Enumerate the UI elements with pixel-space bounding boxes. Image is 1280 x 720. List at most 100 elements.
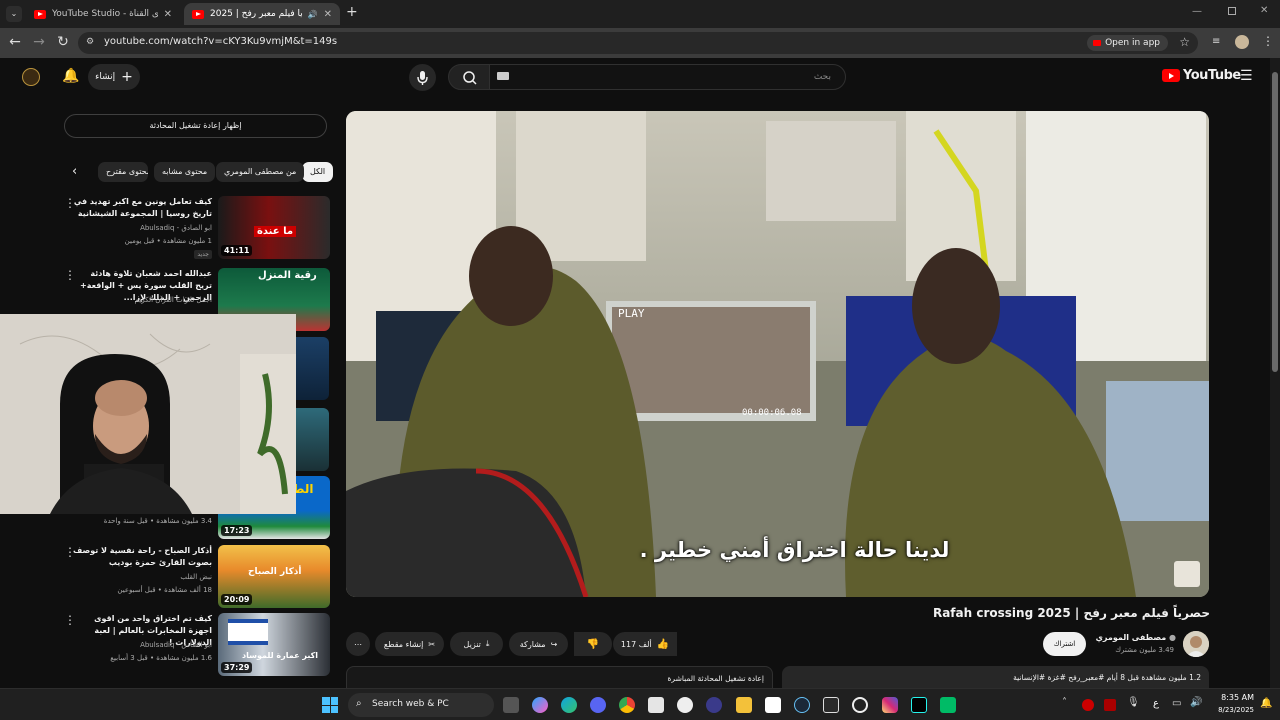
notifications-icon[interactable]: 🔔 — [1260, 698, 1272, 709]
more-options-icon[interactable]: ⋮ — [64, 613, 76, 627]
download-button[interactable]: تنزيل ⤓ — [450, 632, 503, 656]
input-language[interactable]: ع — [1153, 698, 1159, 709]
live-chat-replay-box[interactable]: إعادة تشغيل المحادثة المباشرة — [346, 666, 773, 690]
chips-scroll-left-icon[interactable]: ‹ — [72, 164, 77, 179]
microphone-icon[interactable]: 🎙 — [1127, 697, 1140, 708]
copilot-icon[interactable] — [532, 697, 548, 713]
forward-icon[interactable]: → — [30, 34, 48, 50]
search-input[interactable]: بحث — [489, 64, 846, 90]
tab-label: حصرياً فيلم معبر رفح | 2025 — [210, 9, 302, 19]
more-options-icon[interactable]: ⋮ — [64, 196, 76, 210]
video-meta: 18 ألف مشاهدة • قبل أسبوعين — [117, 586, 212, 594]
tiktok-icon[interactable] — [911, 697, 927, 713]
app-icon[interactable] — [706, 697, 722, 713]
video-thumbnail[interactable]: اكبر عمارة للموساد 37:29 — [218, 613, 330, 676]
minimize-icon[interactable]: — — [1192, 6, 1202, 17]
network-icon[interactable]: ▭ — [1172, 698, 1181, 709]
tab-youtube-studio[interactable]: YouTube Studio - محتوى القناة ✕ — [26, 3, 180, 25]
chip-all[interactable]: الكل — [302, 162, 334, 182]
tab-search-button[interactable]: ⌄ — [6, 6, 22, 22]
clock-date[interactable]: 8/23/2025 — [1202, 706, 1254, 714]
taskbar-search-box[interactable]: ⌕ Search web & PC — [348, 693, 494, 717]
channel-name[interactable]: أجمل تلاوات القرآن الكريم — [135, 296, 212, 304]
chrome-icon[interactable] — [619, 697, 635, 713]
video-player[interactable]: PLAY 00:00:06.08 لدينا حالة اختراق أمني … — [346, 111, 1209, 597]
chip-recommended[interactable]: محتوى مقترح — [98, 162, 148, 182]
channel-avatar[interactable] — [1183, 631, 1209, 657]
voice-search-button[interactable] — [409, 64, 436, 91]
video-thumbnail[interactable]: أذكار الصباح 20:09 — [218, 545, 330, 608]
bookmark-star-icon[interactable]: ☆ — [1179, 35, 1190, 49]
description-box[interactable]: 1.2 مليون مشاهدة قبل 8 أيام #معبر_رفح #غ… — [782, 666, 1209, 690]
windows-start-icon[interactable] — [322, 697, 338, 713]
reading-list-icon[interactable]: ≡ — [1212, 36, 1220, 47]
list-item[interactable]: أذكار الصباح 20:09 أذكار الصباح - راحة ن… — [64, 545, 330, 609]
list-item[interactable]: اكبر عمارة للموساد 37:29 كيف تم اختراق و… — [64, 613, 330, 677]
video-thumbnail[interactable] — [296, 337, 329, 400]
discord-icon[interactable] — [590, 697, 606, 713]
address-bar[interactable]: ⚙ youtube.com/watch?v=cKY3Ku9vmjM&t=149s… — [78, 32, 1198, 54]
file-explorer-icon[interactable] — [736, 697, 752, 713]
open-in-app-button[interactable]: Open in app — [1087, 35, 1168, 51]
dislike-button[interactable]: 👎 — [574, 632, 612, 656]
webcam-overlay — [0, 314, 296, 514]
chip-related[interactable]: محتوى مشابه — [154, 162, 216, 182]
reload-icon[interactable]: ↻ — [54, 34, 72, 50]
channel-name[interactable]: نبض القلب — [180, 573, 212, 581]
video-title[interactable]: أذكار الصباح - راحة نفسية لا توصف بصوت ا… — [72, 545, 212, 569]
clock-time[interactable]: 8:35 AM — [1214, 693, 1254, 702]
obs-icon[interactable] — [852, 697, 868, 713]
store-icon[interactable] — [648, 697, 664, 713]
list-item[interactable]: ما عندة 41:11 كيف تعامل يونين مع اكبر ته… — [64, 196, 330, 260]
instagram-icon[interactable] — [882, 697, 898, 713]
github-icon[interactable] — [677, 697, 693, 713]
subscribe-button[interactable]: اشتراك — [1043, 632, 1086, 656]
tray-app-icon[interactable] — [1104, 699, 1116, 711]
hamburger-menu-icon[interactable]: ☰ — [1240, 68, 1253, 84]
restore-icon[interactable] — [1228, 7, 1236, 15]
task-view-icon[interactable] — [503, 697, 519, 713]
more-options-icon[interactable]: ⋮ — [64, 268, 76, 282]
create-button[interactable]: إنشاء + — [88, 64, 140, 90]
tab-rafah-video[interactable]: حصرياً فيلم معبر رفح | 2025 🔊 ✕ — [184, 3, 340, 25]
clip-button[interactable]: إنشاء مقطع ✂ — [375, 632, 444, 656]
close-icon[interactable]: ✕ — [324, 9, 332, 20]
video-title[interactable]: كيف تعامل يونين مع اكبر تهديد في تاريخ ر… — [72, 196, 212, 220]
page-scrollbar[interactable] — [1270, 58, 1280, 688]
share-button[interactable]: مشاركة ↪ — [509, 632, 568, 656]
capcut-icon[interactable] — [765, 697, 781, 713]
back-icon[interactable]: ← — [6, 34, 24, 50]
search-button[interactable] — [448, 64, 490, 90]
edge-icon[interactable] — [561, 697, 577, 713]
channel-avatar-icon[interactable] — [22, 68, 40, 86]
like-button[interactable]: 117 ألف 👍 — [613, 632, 677, 656]
epic-games-icon[interactable] — [823, 697, 839, 713]
channel-name[interactable]: ابو الصادق - Abulsadiq — [140, 641, 212, 649]
video-thumbnail[interactable]: ما عندة 41:11 — [218, 196, 330, 259]
tray-app-icon[interactable] — [1082, 699, 1094, 711]
youtube-logo[interactable]: YouTube — [1162, 68, 1241, 83]
system-tray-chevron-icon[interactable]: ˄ — [1062, 697, 1067, 708]
chip-from-channel[interactable]: من مصطفى المومري — [216, 162, 305, 182]
channel-name[interactable]: ابو الصادق - Abulsadiq — [140, 224, 212, 232]
more-actions-button[interactable]: ⋯ — [346, 632, 370, 656]
volume-icon[interactable]: 🔊 — [1190, 697, 1202, 708]
browser-toolbar: ← → ↻ ⚙ youtube.com/watch?v=cKY3Ku9vmjM&… — [0, 28, 1280, 58]
app-icon[interactable] — [940, 697, 956, 713]
video-thumbnail[interactable] — [296, 408, 329, 471]
notifications-bell-icon[interactable]: 🔔 — [62, 68, 79, 84]
duration-badge: 17:23 — [221, 525, 253, 536]
new-tab-button[interactable]: + — [346, 4, 358, 20]
browser-menu-icon[interactable]: ⋮ — [1262, 34, 1274, 48]
show-chat-replay-button[interactable]: إظهار إعادة تشغيل المحادثة — [64, 114, 327, 138]
scrollbar-thumb[interactable] — [1272, 72, 1278, 372]
keyboard-icon[interactable] — [497, 72, 509, 80]
close-icon[interactable]: ✕ — [164, 9, 172, 20]
profile-avatar[interactable] — [1235, 35, 1249, 49]
site-info-icon[interactable]: ⚙ — [86, 37, 94, 47]
more-options-icon[interactable]: ⋮ — [64, 545, 76, 559]
speaker-icon[interactable]: 🔊 — [308, 10, 318, 19]
channel-name[interactable]: ● مصطفى المومري — [1096, 633, 1176, 642]
close-window-icon[interactable]: ✕ — [1260, 5, 1268, 16]
steam-icon[interactable] — [794, 697, 810, 713]
